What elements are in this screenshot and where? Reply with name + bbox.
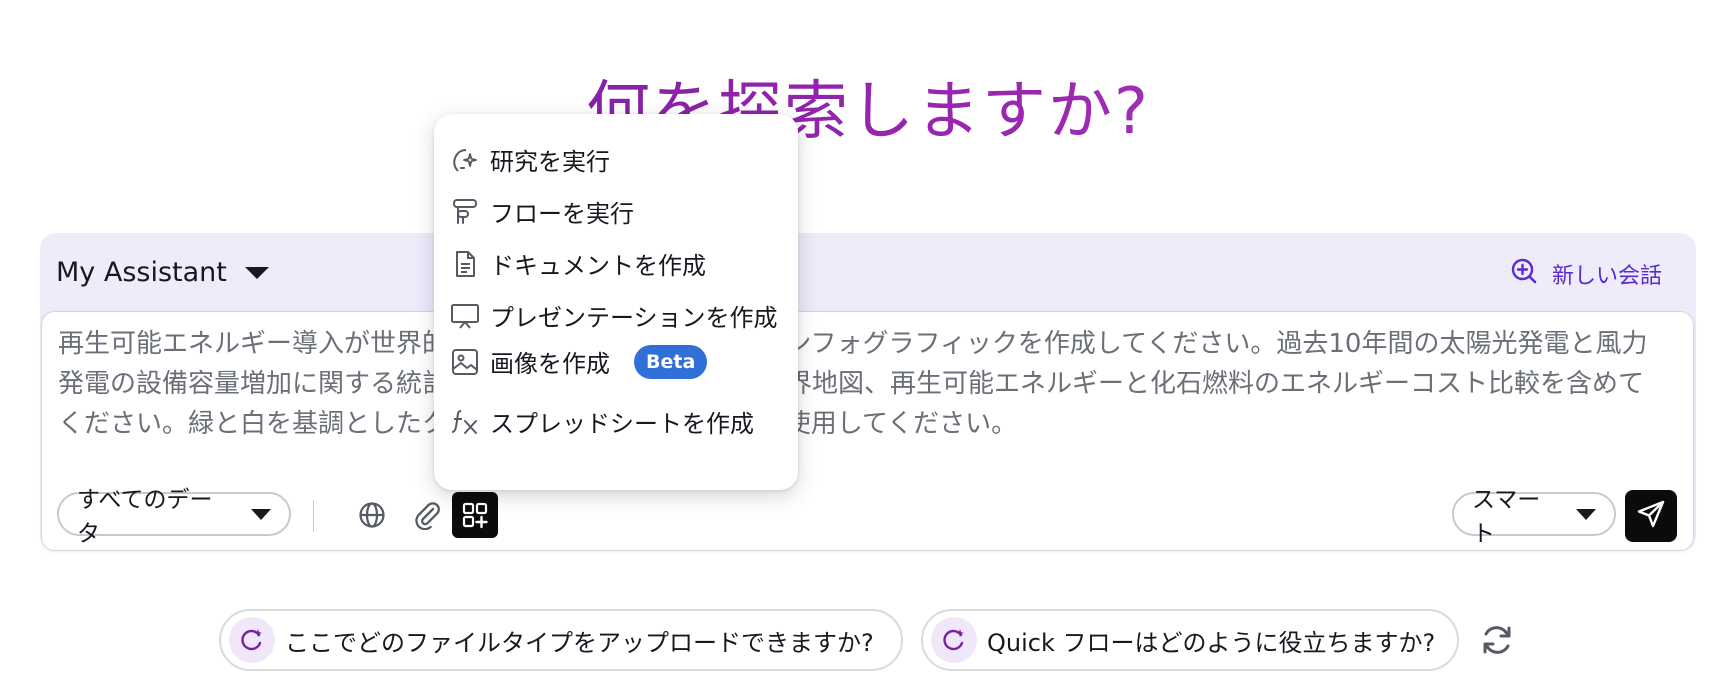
paperclip-icon[interactable]: [404, 492, 450, 538]
menu-item-label: ドキュメントを作成: [490, 252, 706, 280]
assistant-name: My Assistant: [56, 257, 227, 288]
menu-item-image[interactable]: 画像を作成 Beta: [450, 344, 708, 379]
prompt-input[interactable]: 再生可能エネルギー導入が世界的に加速している様子を示すインフォグラフィックを作成…: [58, 324, 1668, 444]
caret-down-icon: [244, 266, 269, 279]
data-source-label: すべてのデータ: [77, 487, 213, 547]
toolbar-divider: [313, 500, 314, 532]
suggestion-text: ここでどのファイルタイプをアップロードできますか?: [285, 628, 874, 657]
sparkle-chat-icon: [931, 617, 977, 663]
menu-item-research[interactable]: 研究を実行: [450, 142, 610, 177]
menu-item-label: フローを実行: [490, 200, 634, 228]
beta-badge: Beta: [634, 344, 708, 379]
menu-item-flow[interactable]: フローを実行: [450, 194, 634, 229]
new-chat-button[interactable]: 新しい会話: [1510, 257, 1662, 291]
prompt-card: 再生可能エネルギー導入が世界的に加速している様子を示すインフォグラフィックを作成…: [41, 311, 1694, 551]
suggestion-chip[interactable]: ここでどのファイルタイプをアップロードできますか?: [219, 609, 903, 671]
suggestion-chip[interactable]: Quick フローはどのように役立ちますか?: [921, 609, 1459, 671]
menu-item-document[interactable]: ドキュメントを作成: [450, 246, 706, 281]
research-sparkle-icon: [450, 145, 480, 175]
data-source-select[interactable]: すべてのデータ: [57, 487, 291, 547]
new-chat-label: 新しい会話: [1551, 264, 1662, 289]
caret-down-icon: [251, 508, 271, 520]
menu-item-label: 画像を作成: [490, 350, 610, 378]
menu-item-label: スプレッドシートを作成: [490, 410, 754, 438]
page: 何を探索しますか? My Assistant 新しい会話 再生可能エネルギー導入…: [0, 0, 1736, 700]
refresh-icon[interactable]: [1475, 618, 1519, 662]
menu-item-label: プレゼンテーションを作成: [490, 304, 778, 332]
create-menu: 研究を実行 フローを実行 ドキュメントを作成 プレゼンテーションを作成 画像を作…: [434, 114, 798, 490]
send-icon: [1636, 499, 1666, 533]
page-title: 何を探索しますか?: [0, 60, 1736, 152]
fx-icon: [450, 407, 480, 437]
image-icon: [450, 347, 480, 377]
flow-icon: [450, 197, 480, 227]
assistant-selector[interactable]: My Assistant: [56, 257, 269, 288]
menu-item-label: 研究を実行: [490, 148, 610, 176]
document-icon: [450, 249, 480, 279]
menu-item-spreadsheet[interactable]: スプレッドシートを作成: [450, 404, 754, 439]
suggestion-text: Quick フローはどのように役立ちますか?: [987, 628, 1436, 657]
globe-icon[interactable]: [349, 492, 395, 538]
caret-down-icon: [1576, 508, 1596, 520]
send-button[interactable]: [1625, 490, 1677, 542]
presentation-icon: [450, 301, 480, 331]
mode-label: スマート: [1472, 487, 1541, 547]
menu-item-presentation[interactable]: プレゼンテーションを作成: [450, 298, 778, 333]
mode-select[interactable]: スマート: [1452, 487, 1616, 547]
chat-add-icon: [1510, 257, 1538, 291]
apps-add-icon[interactable]: [452, 492, 498, 538]
sparkle-chat-icon: [229, 617, 275, 663]
